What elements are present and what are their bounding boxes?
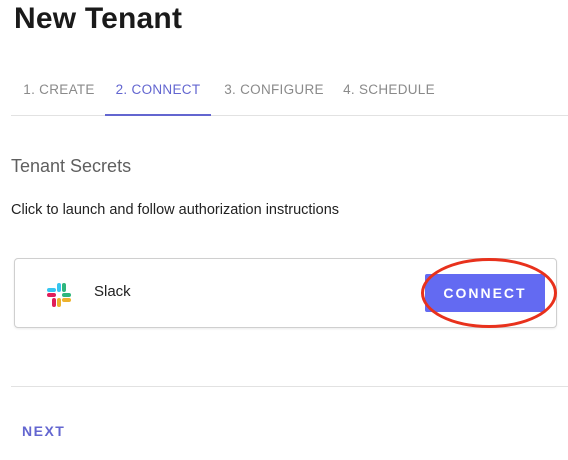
slack-logo-icon <box>47 283 71 307</box>
stepper: 1. CREATE 2. CONNECT 3. CONFIGURE 4. SCH… <box>11 66 568 116</box>
tab-connect-label: 2. CONNECT <box>115 82 201 97</box>
integration-name: Slack <box>94 283 131 300</box>
tab-connect[interactable]: 2. CONNECT <box>105 66 211 116</box>
tab-schedule[interactable]: 4. SCHEDULE <box>337 66 441 116</box>
tab-configure[interactable]: 3. CONFIGURE <box>219 66 329 116</box>
next-button[interactable]: NEXT <box>22 423 65 439</box>
section-title: Tenant Secrets <box>11 156 132 176</box>
tab-create[interactable]: 1. CREATE <box>16 66 102 116</box>
instructions-text: Click to launch and follow authorization… <box>11 202 340 218</box>
divider <box>11 386 568 387</box>
connect-button[interactable]: CONNECT <box>425 274 545 312</box>
integration-card-slack: Slack CONNECT <box>14 258 557 328</box>
page-title: New Tenant <box>14 2 183 35</box>
active-tab-indicator <box>105 114 211 116</box>
